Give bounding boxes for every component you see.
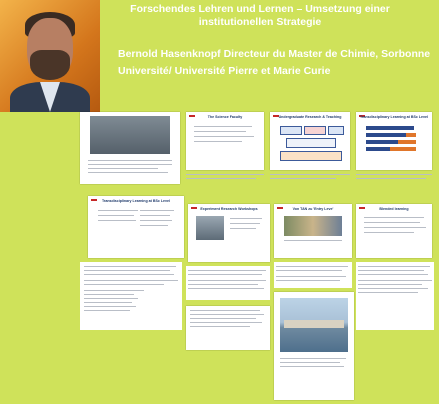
slide-3[interactable]: Undergraduate Research & Teaching xyxy=(270,112,350,170)
slide-4[interactable]: Transdisciplinary Learning at BSc Level xyxy=(356,112,432,170)
slide-1[interactable] xyxy=(80,112,180,184)
slide-title: The Science Faculty xyxy=(207,115,243,119)
slide-photo xyxy=(90,116,170,154)
headline-line-1: Forschendes Lehren und Lernen – Umsetzun… xyxy=(130,3,390,15)
slide-2[interactable]: The Science Faculty xyxy=(186,112,264,170)
slide-title: Transdisciplinary Learning at BSc Level xyxy=(359,115,429,119)
slide-8[interactable]: Blended learning xyxy=(356,204,432,258)
speaker-portrait xyxy=(0,0,100,112)
headline-line-2: institutionellen Strategie xyxy=(198,16,322,28)
text-page-3 xyxy=(274,262,352,288)
photo-page xyxy=(274,292,354,400)
slide-title: Blended learning xyxy=(379,207,409,211)
author-info: Bernold Hasenknopf Directeur du Master d… xyxy=(118,46,439,80)
slide-5[interactable]: Transdisciplinary Learning at BSc Level xyxy=(88,196,184,258)
author-line-1: Bernold Hasenknopf Directeur du Master d… xyxy=(118,48,431,60)
text-page-2 xyxy=(186,266,270,300)
slide-title: Transdisciplinary Learning at BSc Level xyxy=(101,199,171,203)
slide-7[interactable]: Von TAN zu 'Entry Leve' xyxy=(274,204,352,258)
slide-title: Experiment Research Workshops xyxy=(200,207,258,211)
text-page-5 xyxy=(186,306,270,350)
author-line-2: Université/ Université Pierre et Marie C… xyxy=(118,65,331,77)
headline: Forschendes Lehren und Lernen – Umsetzun… xyxy=(110,3,410,29)
slide-6[interactable]: Experiment Research Workshops xyxy=(188,204,270,262)
text-page-4 xyxy=(356,262,434,330)
slide-title: Von TAN zu 'Entry Leve' xyxy=(292,207,334,211)
slide-title: Undergraduate Research & Teaching xyxy=(278,115,342,119)
text-page-1 xyxy=(80,262,182,330)
